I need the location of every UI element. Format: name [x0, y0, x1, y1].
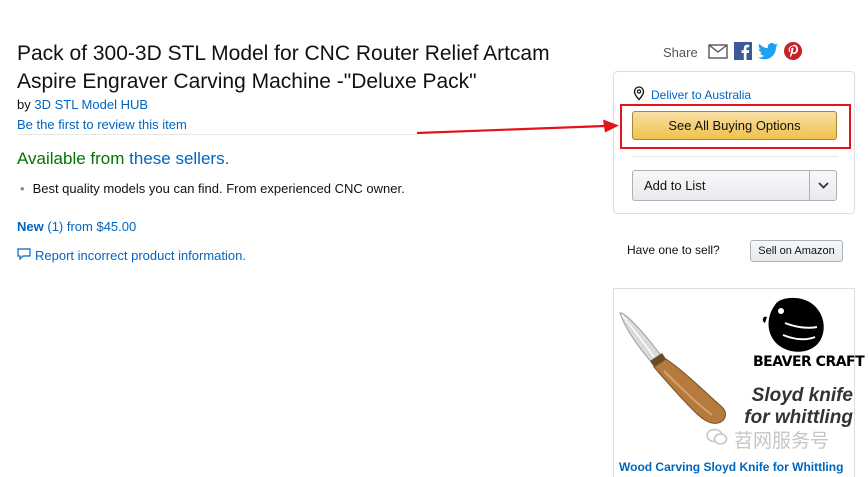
sell-question: Have one to sell? [627, 243, 720, 257]
availability: Available from these sellers. [17, 149, 229, 169]
twitter-icon[interactable] [757, 42, 778, 63]
product-title: Pack of 300-3D STL Model for CNC Router … [17, 42, 550, 93]
divider [17, 134, 417, 135]
comment-icon [17, 248, 31, 263]
sellers-link[interactable]: these sellers. [129, 149, 229, 168]
brand-link[interactable]: 3D STL Model HUB [34, 97, 148, 112]
review-link[interactable]: Be the first to review this item [17, 117, 187, 132]
deliver-to-row[interactable]: Deliver to Australia [633, 86, 751, 104]
report-link-row[interactable]: Report incorrect product information. [17, 248, 246, 263]
ad-headline-line1[interactable]: Sloyd knife [733, 385, 853, 407]
watermark-text: 苕网服务号 [734, 431, 830, 452]
pinterest-icon[interactable] [783, 42, 802, 63]
watermark: 苕网服务号 [706, 426, 829, 453]
share-label: Share [663, 45, 698, 60]
add-to-list-button[interactable]: Add to List [632, 170, 837, 201]
byline: by 3D STL Model HUB [17, 97, 148, 112]
location-pin-icon [633, 86, 645, 104]
chevron-down-icon[interactable] [809, 171, 836, 200]
ad-caption-link[interactable]: Wood Carving Sloyd Knife for Whittling [619, 460, 843, 474]
new-label[interactable]: New [17, 219, 44, 234]
new-offers[interactable]: New (1) from $45.00 [17, 219, 136, 234]
wechat-icon [706, 428, 728, 452]
ad-headline[interactable]: Sloyd knife for whittling [733, 385, 853, 429]
email-icon[interactable] [708, 43, 728, 62]
availability-label: Available from [17, 149, 125, 168]
beaver-logo-icon [762, 297, 824, 352]
bullet-text: Best quality models you can find. From e… [32, 181, 405, 196]
deliver-link[interactable]: Deliver to Australia [651, 88, 751, 102]
byline-prefix: by [17, 97, 31, 112]
ad-brand: BEAVER CRAFT [753, 354, 865, 370]
bullet-icon: • [20, 181, 25, 196]
report-link[interactable]: Report incorrect product information. [35, 248, 246, 263]
add-to-list-label[interactable]: Add to List [633, 171, 809, 200]
facebook-icon[interactable] [733, 42, 752, 63]
buybox-divider [633, 156, 838, 157]
list-item: • Best quality models you can find. From … [20, 181, 405, 196]
share-bar: Share [663, 42, 802, 63]
sell-on-amazon-button[interactable]: Sell on Amazon [750, 240, 843, 262]
new-offers-link[interactable]: (1) from $45.00 [47, 219, 136, 234]
arrow-annotation-icon [416, 119, 619, 135]
highlight-annotation [620, 104, 851, 149]
